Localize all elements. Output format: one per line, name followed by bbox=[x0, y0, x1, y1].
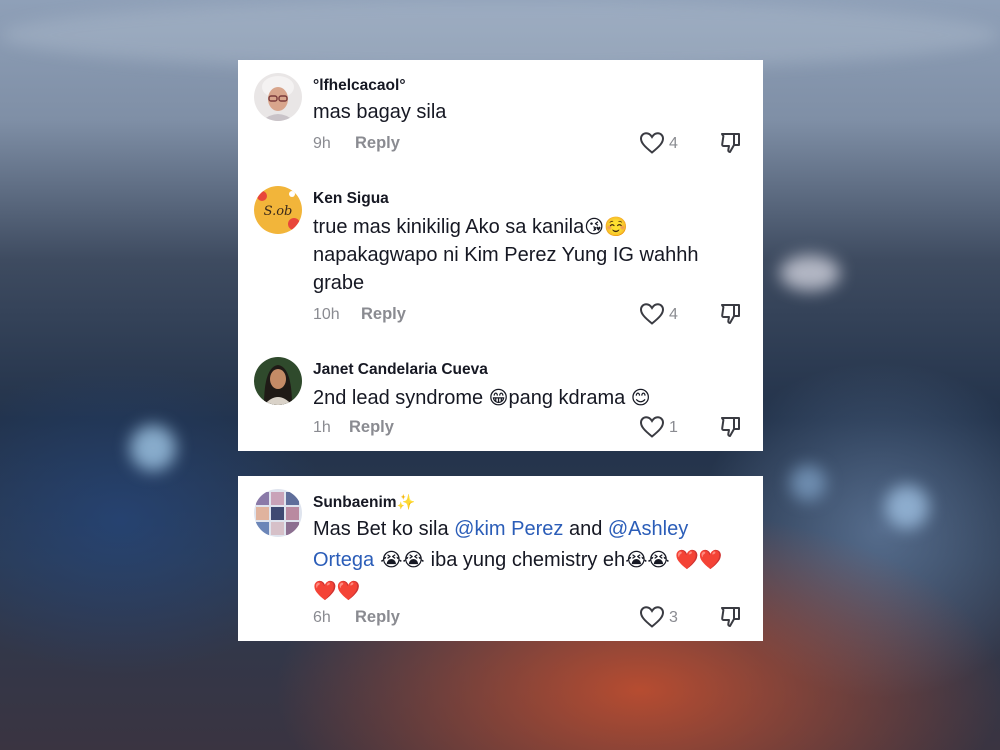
like-count: 3 bbox=[669, 609, 678, 626]
heart-outline-icon[interactable] bbox=[639, 131, 665, 155]
avatar[interactable]: S.ob bbox=[254, 186, 302, 234]
comment-text: Mas Bet ko sila @kim Perez and @Ashley O… bbox=[313, 518, 723, 602]
thumbs-down-icon[interactable] bbox=[719, 415, 743, 439]
like-count: 4 bbox=[669, 306, 678, 323]
comment-time: 1h bbox=[313, 419, 331, 436]
comment-username[interactable]: Janet Candelaria Cueva bbox=[313, 361, 488, 379]
comments-card-bottom: Sunbaenim✨ Mas Bet ko sila @kim Perez an… bbox=[238, 476, 763, 641]
thumbs-down-icon[interactable] bbox=[719, 131, 743, 155]
comment-time: 9h bbox=[313, 135, 331, 152]
avatar[interactable] bbox=[254, 489, 302, 537]
reply-button[interactable]: Reply bbox=[355, 608, 400, 627]
emoji: 😭😭 bbox=[625, 549, 670, 571]
heart-outline-icon[interactable] bbox=[639, 302, 665, 326]
emoji: 😁 bbox=[488, 387, 509, 409]
thumbs-down-icon[interactable] bbox=[719, 302, 743, 326]
comments-card-top: °lfhelcacaol° mas bagay sila 9h Reply 4 … bbox=[238, 60, 763, 451]
comment-text: true mas kinikilig Ako sa kanila😘☺️ napa… bbox=[313, 216, 699, 294]
avatar[interactable] bbox=[254, 73, 302, 121]
comment-username[interactable]: °lfhelcacaol° bbox=[313, 77, 406, 95]
like-count: 1 bbox=[669, 419, 678, 436]
like-count: 4 bbox=[669, 135, 678, 152]
comment-time: 10h bbox=[313, 306, 340, 323]
emoji: 😭😭 bbox=[374, 549, 431, 571]
reply-button[interactable]: Reply bbox=[349, 418, 394, 437]
emoji: 😊 bbox=[630, 387, 651, 409]
reply-button[interactable]: Reply bbox=[355, 134, 400, 153]
comment-username[interactable]: Sunbaenim✨ bbox=[313, 493, 415, 512]
mention-link[interactable]: @kim Perez bbox=[454, 518, 563, 540]
heart-outline-icon[interactable] bbox=[639, 605, 665, 629]
heart-outline-icon[interactable] bbox=[639, 415, 665, 439]
comment-username[interactable]: Ken Sigua bbox=[313, 190, 389, 208]
comment-time: 6h bbox=[313, 609, 331, 626]
emoji: 😘☺️ bbox=[584, 216, 628, 238]
thumbs-down-icon[interactable] bbox=[719, 605, 743, 629]
comment-text: 2nd lead syndrome 😁pang kdrama 😊 bbox=[313, 387, 651, 409]
svg-text:S.ob: S.ob bbox=[264, 204, 293, 219]
sparkles-icon: ✨ bbox=[396, 493, 416, 511]
avatar[interactable] bbox=[254, 357, 302, 405]
reply-button[interactable]: Reply bbox=[361, 305, 406, 324]
comment-text: mas bagay sila bbox=[313, 101, 447, 123]
